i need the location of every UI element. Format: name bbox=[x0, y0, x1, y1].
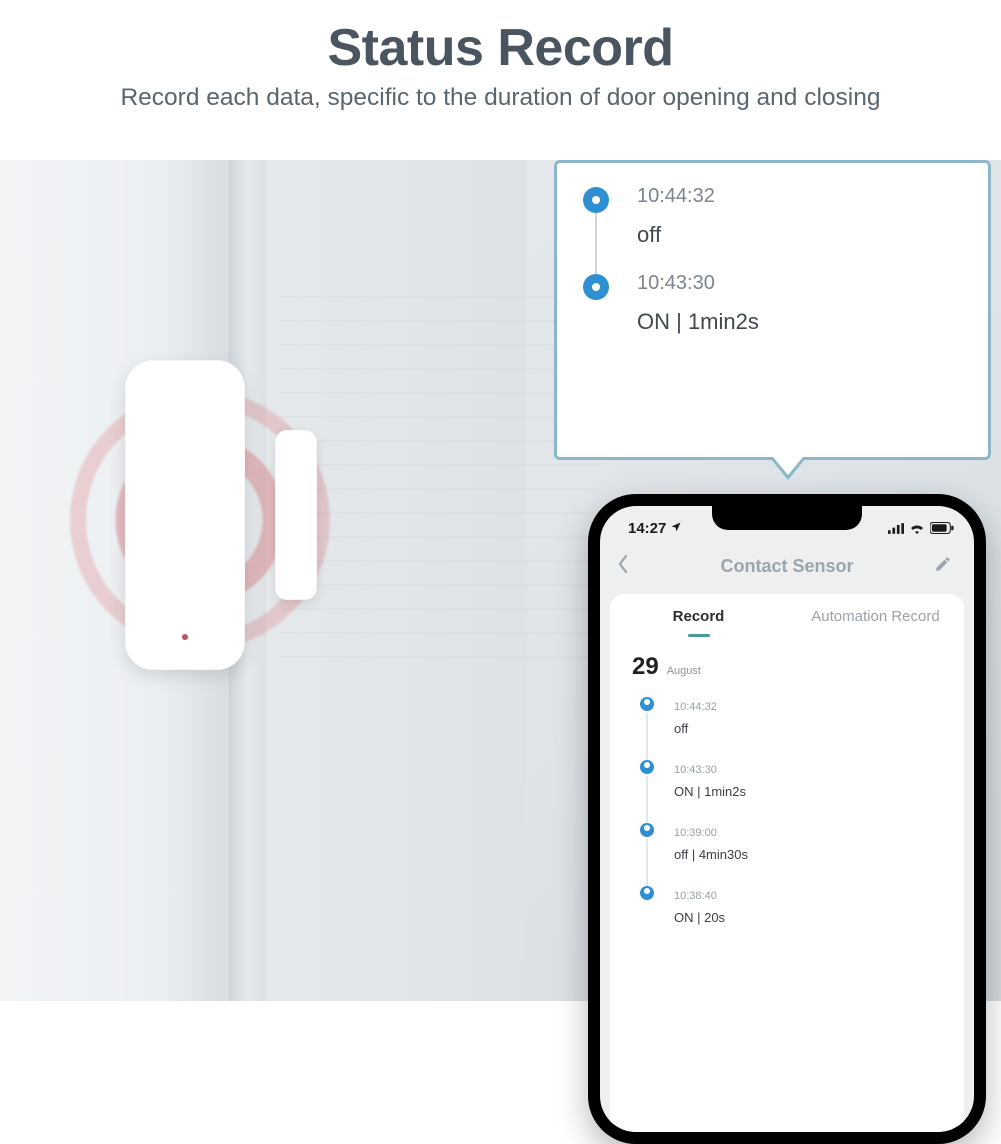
record-card: Record Automation Record 29 August 10:44… bbox=[610, 594, 964, 1132]
date-month: August bbox=[667, 665, 701, 677]
timeline-time: 10:44:32 bbox=[674, 701, 944, 713]
phone-screen: 14:27 Contact Sensor bbox=[600, 506, 974, 1132]
timeline-connector bbox=[595, 213, 597, 276]
edit-button[interactable] bbox=[934, 555, 958, 578]
callout-event-text: 10:43:30 ON | 1min2s bbox=[637, 272, 759, 335]
statusbar-right bbox=[888, 522, 954, 534]
callout-tail-inner bbox=[773, 457, 803, 475]
wifi-icon bbox=[909, 522, 925, 534]
timeline-item[interactable]: 10:43:30 ON | 1min2s bbox=[638, 754, 944, 817]
door-sensor bbox=[20, 330, 340, 690]
app-bar: Contact Sensor bbox=[600, 544, 974, 588]
statusbar-left: 14:27 bbox=[628, 520, 682, 537]
timeline-connector bbox=[646, 713, 648, 760]
timeline-connector bbox=[646, 776, 648, 823]
status-callout: 10:44:32 off 10:43:30 ON | 1min2s bbox=[554, 160, 991, 460]
signal-icon bbox=[888, 523, 904, 534]
timeline-connector bbox=[646, 839, 648, 886]
tab-record[interactable]: Record bbox=[610, 608, 787, 635]
page-title: Status Record bbox=[0, 18, 1001, 78]
date-day: 29 bbox=[632, 653, 659, 681]
pencil-icon bbox=[934, 555, 952, 573]
battery-icon bbox=[930, 522, 954, 534]
statusbar-time: 14:27 bbox=[628, 520, 666, 537]
timeline-state: ON | 20s bbox=[674, 910, 944, 925]
callout-event-text: 10:44:32 off bbox=[637, 185, 715, 248]
timeline-state: off | 4min30s bbox=[674, 847, 944, 862]
timeline: 10:44:32 off 10:43:30 ON | 1min2s 10:39:… bbox=[610, 687, 964, 943]
event-state: off bbox=[637, 222, 715, 248]
date-header: 29 August bbox=[610, 635, 964, 687]
sensor-body bbox=[125, 360, 245, 670]
timeline-time: 10:38:40 bbox=[674, 890, 944, 902]
event-time: 10:43:30 bbox=[637, 272, 759, 295]
timeline-state: ON | 1min2s bbox=[674, 784, 944, 799]
timeline-state: off bbox=[674, 721, 944, 736]
event-time: 10:44:32 bbox=[637, 185, 715, 208]
timeline-dot-icon bbox=[583, 187, 609, 213]
event-state: ON | 1min2s bbox=[637, 309, 759, 335]
timeline-time: 10:39:00 bbox=[674, 827, 944, 839]
sensor-magnet bbox=[275, 430, 317, 600]
timeline-time: 10:43:30 bbox=[674, 764, 944, 776]
page-header: Status Record Record each data, specific… bbox=[0, 0, 1001, 112]
phone-notch bbox=[712, 506, 862, 530]
app-bar-title: Contact Sensor bbox=[720, 556, 853, 577]
callout-event: 10:44:32 off bbox=[583, 185, 968, 272]
page-subtitle: Record each data, specific to the durati… bbox=[0, 84, 1001, 112]
phone-mockup: 14:27 Contact Sensor bbox=[588, 494, 986, 1144]
tabs: Record Automation Record bbox=[610, 594, 964, 635]
chevron-left-icon bbox=[616, 554, 630, 574]
timeline-item[interactable]: 10:39:00 off | 4min30s bbox=[638, 817, 944, 880]
timeline-dot-icon bbox=[583, 274, 609, 300]
tab-automation-record[interactable]: Automation Record bbox=[787, 608, 964, 635]
callout-event: 10:43:30 ON | 1min2s bbox=[583, 272, 968, 359]
timeline-item[interactable]: 10:44:32 off bbox=[638, 691, 944, 754]
location-arrow-icon bbox=[670, 520, 682, 537]
back-button[interactable] bbox=[616, 554, 640, 579]
timeline-item[interactable]: 10:38:40 ON | 20s bbox=[638, 880, 944, 943]
